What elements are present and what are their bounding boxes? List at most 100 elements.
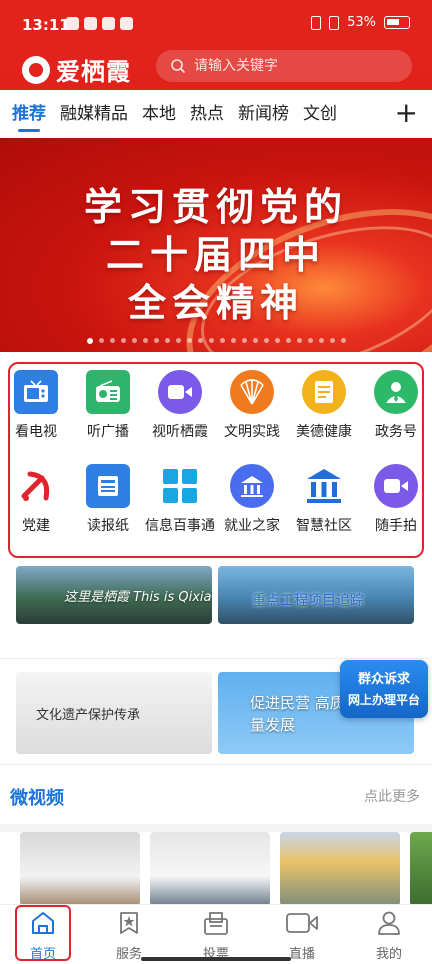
grid-label: 读报纸 xyxy=(87,518,129,534)
grid-label: 信息百事通 xyxy=(145,518,215,534)
video-icon xyxy=(158,370,202,414)
grid-item-community[interactable]: 智慧社区 xyxy=(288,464,360,535)
grid-label: 就业之家 xyxy=(224,518,280,534)
grid-item-virtue[interactable]: 美德健康 xyxy=(288,370,360,441)
grid-item-snapshot[interactable]: 随手拍 xyxy=(360,464,432,535)
pagination-dot xyxy=(241,338,247,343)
live-camera-icon xyxy=(286,913,318,933)
pagination-dot xyxy=(318,338,324,343)
fan-icon xyxy=(230,370,274,414)
grid-item-newspaper[interactable]: 读报纸 xyxy=(72,464,144,535)
section-title: 微视频 xyxy=(10,788,64,809)
search-box[interactable] xyxy=(156,50,412,82)
pagination-dot xyxy=(307,338,313,343)
notification-icon xyxy=(102,17,115,30)
tv-icon xyxy=(14,370,58,414)
pagination-dot xyxy=(329,338,335,343)
grid-label: 党建 xyxy=(22,518,50,534)
badge-line: 群众诉求 xyxy=(357,672,410,687)
status-time: 13:11 xyxy=(22,16,70,34)
hero-banner[interactable]: 学习贯彻党的 二十届四中 全会精神 xyxy=(0,138,432,352)
promo-text: 这里是栖霞 This is Qixia xyxy=(64,590,212,605)
app-screen: 13:11 53% 爱栖霞 请输入关键字 推荐 融媒精品 本地 热点 新闻榜 文… xyxy=(0,0,432,964)
tab-culture[interactable]: 文创 xyxy=(296,90,344,138)
search-icon xyxy=(171,59,185,73)
pagination-dot xyxy=(252,338,258,343)
promo-text: 文化遗产保护传承 xyxy=(36,708,141,723)
notification-icon xyxy=(120,17,133,30)
grid-item-employment[interactable]: 就业之家 xyxy=(216,464,288,535)
grid-item-tv[interactable]: 看电视 xyxy=(0,370,72,441)
video-thumbnail[interactable] xyxy=(410,832,432,906)
grid-item-radio[interactable]: 听广播 xyxy=(72,370,144,441)
petition-platform-badge[interactable]: 群众诉求 网上办理平台 xyxy=(340,660,428,718)
tab-recommend[interactable]: 推荐 xyxy=(0,90,53,138)
status-right: 53% xyxy=(311,15,410,30)
grid-item-party[interactable]: 党建 xyxy=(0,464,72,535)
app-name: 爱栖霞 xyxy=(56,58,131,86)
service-grid: 看电视 听广播 视听栖霞 文明实践 美德健康 政务号 党建 读报纸 信息百事通 … xyxy=(8,362,424,558)
battery-icon xyxy=(384,16,410,29)
grid-label: 政务号 xyxy=(375,424,417,440)
grid-label: 美德健康 xyxy=(296,424,352,440)
pagination-dot xyxy=(263,338,269,343)
banner-line: 学习贯彻党的 xyxy=(83,185,348,229)
grid-item-av[interactable]: 视听栖霞 xyxy=(144,370,216,441)
header: 13:11 53% 爱栖霞 xyxy=(0,0,432,90)
promo-card-project[interactable]: 重点工程项目追踪 xyxy=(218,566,414,624)
grid-item-gov[interactable]: 政务号 xyxy=(360,370,432,441)
grid-label: 视听栖霞 xyxy=(152,424,208,440)
pagination-dot xyxy=(208,338,214,343)
pagination-dot xyxy=(142,338,148,343)
promo-text: 重点工程项目追踪 xyxy=(252,593,364,609)
tab-media[interactable]: 融媒精品 xyxy=(53,90,135,138)
grid-item-info[interactable]: 信息百事通 xyxy=(144,464,216,535)
home-highlight xyxy=(15,905,71,961)
pagination-dot xyxy=(274,338,280,343)
video-thumbnail[interactable] xyxy=(20,832,140,906)
logo-mark-icon xyxy=(22,55,50,84)
video-thumbnail[interactable] xyxy=(150,832,270,906)
notification-icon xyxy=(84,17,97,30)
banner-line: 全会精神 xyxy=(127,281,304,325)
pagination-dot xyxy=(164,338,170,343)
grid-label: 随手拍 xyxy=(375,518,417,534)
add-channel-button[interactable]: + xyxy=(395,98,418,128)
grid-item-civilization[interactable]: 文明实践 xyxy=(216,370,288,441)
pagination-dot xyxy=(285,338,291,343)
tab-local[interactable]: 本地 xyxy=(135,90,183,138)
nav-vote[interactable]: 投票 xyxy=(184,909,248,962)
pagination-dot xyxy=(197,338,203,343)
search-input[interactable] xyxy=(194,58,394,74)
nav-label: 我的 xyxy=(375,947,402,962)
pagination-dot xyxy=(86,338,93,344)
signal-icon xyxy=(329,15,340,30)
pagination-dot xyxy=(175,338,181,343)
promo-text: 促进民营 高质量发展 xyxy=(250,694,345,734)
see-more-link[interactable]: 点此更多 xyxy=(364,786,420,806)
gesture-handle xyxy=(141,957,291,961)
ballot-box-icon xyxy=(204,912,228,935)
banner-line: 二十届四中 xyxy=(105,233,326,277)
notes-icon xyxy=(302,370,346,414)
apps-icon xyxy=(158,464,202,508)
promo-card-heritage[interactable]: 文化遗产保护传承 xyxy=(16,672,212,754)
grid-label: 听广播 xyxy=(87,424,129,440)
nav-service[interactable]: 服务 xyxy=(97,909,161,962)
video-thumbnail[interactable] xyxy=(280,832,400,906)
tab-news-rank[interactable]: 新闻榜 xyxy=(231,90,296,138)
nav-live[interactable]: 直播 xyxy=(270,909,334,962)
battery-percent: 53% xyxy=(347,15,376,30)
promo-card-qixia[interactable]: 这里是栖霞 This is Qixia xyxy=(16,566,212,624)
tab-hot[interactable]: 热点 xyxy=(183,90,231,138)
divider xyxy=(0,658,432,659)
status-bar: 13:11 53% xyxy=(0,0,432,46)
building-icon xyxy=(230,464,274,508)
user-icon xyxy=(374,370,418,414)
nav-mine[interactable]: 我的 xyxy=(357,909,421,962)
profile-icon xyxy=(378,911,400,935)
newspaper-icon xyxy=(86,464,130,508)
divider xyxy=(0,824,432,832)
star-book-icon xyxy=(120,912,138,934)
pagination-dot xyxy=(120,338,126,343)
